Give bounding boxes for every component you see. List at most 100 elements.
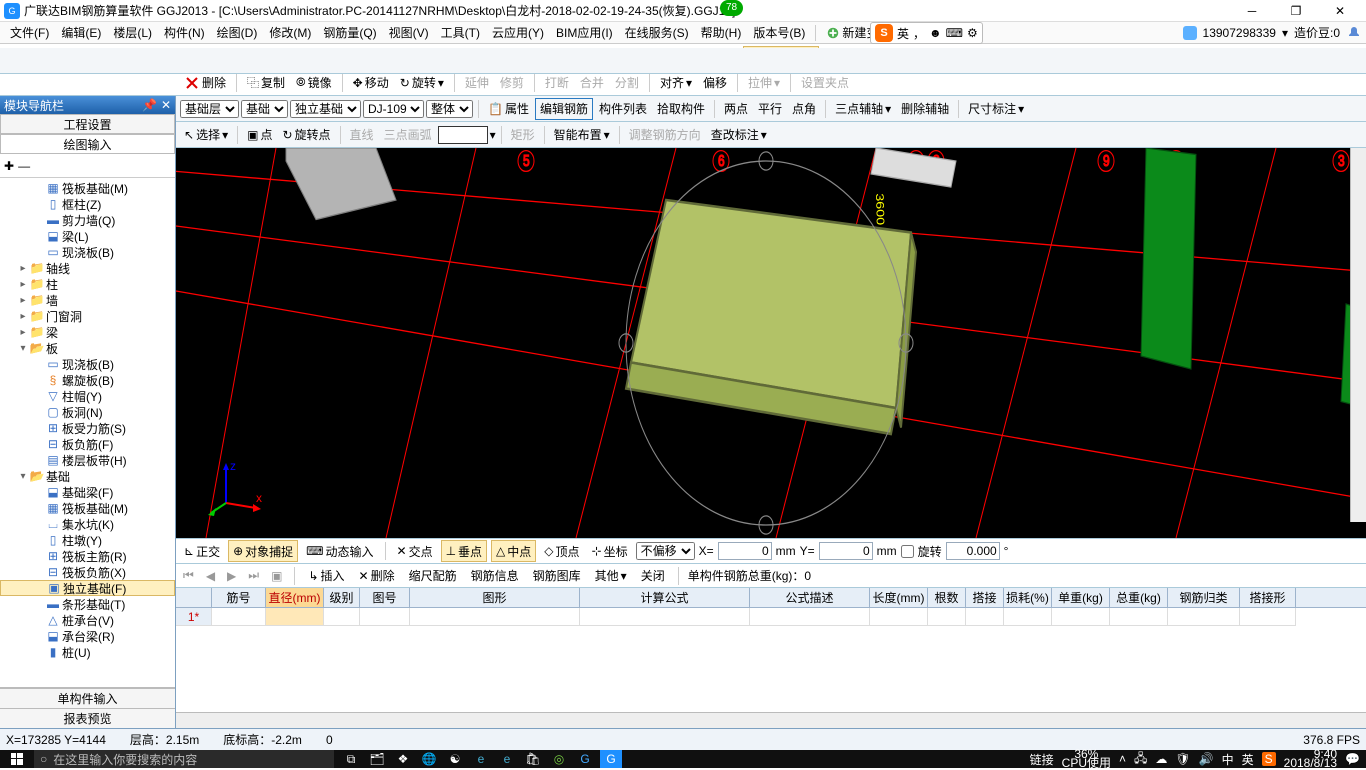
- grid-header-0[interactable]: [176, 588, 212, 607]
- tree-shear-wall[interactable]: ▬剪力墙(Q): [0, 212, 175, 228]
- edge-icon[interactable]: 🌐: [418, 750, 440, 768]
- maximize-button[interactable]: ❐: [1274, 0, 1318, 22]
- tree-slab-hole[interactable]: ▢板洞(N): [0, 404, 175, 420]
- close-panel-icon[interactable]: ✕: [161, 98, 171, 112]
- grid-header-3[interactable]: 级别: [324, 588, 360, 607]
- y-input[interactable]: [819, 542, 873, 560]
- tray-notifications-icon[interactable]: 💬: [1345, 752, 1360, 766]
- rebar-info-button[interactable]: 钢筋信息: [467, 565, 523, 587]
- ime-toolbar[interactable]: S 英 ， ☻ ⌨ ⚙: [870, 22, 983, 44]
- x-input[interactable]: [718, 542, 772, 560]
- perpendicular-snap[interactable]: ⊥ 垂点: [441, 540, 487, 562]
- tree-raft-main[interactable]: ⊞筏板主筋(R): [0, 548, 175, 564]
- rotate-value-input[interactable]: [946, 542, 1000, 560]
- tray-sogou-icon[interactable]: S: [1262, 752, 1276, 766]
- tray-onedrive-icon[interactable]: ☁: [1155, 752, 1167, 766]
- coord-snap[interactable]: ⊹ 坐标: [588, 540, 632, 562]
- grid-header-11[interactable]: 损耗(%): [1004, 588, 1052, 607]
- trim-button[interactable]: 修剪: [496, 72, 528, 94]
- tree-floor-strip[interactable]: ▤楼层板带(H): [0, 452, 175, 468]
- tree-slab-rebar[interactable]: ⊞板受力筋(S): [0, 420, 175, 436]
- ime-settings-icon[interactable]: ⚙: [967, 26, 978, 40]
- tree-cap-beam[interactable]: ⬓承台梁(R): [0, 628, 175, 644]
- tree-slab[interactable]: ▾📂板: [0, 340, 175, 356]
- floor-select[interactable]: 基础层: [180, 100, 239, 118]
- scale-match-button[interactable]: 缩尺配筋: [405, 565, 461, 587]
- viewport-vscroll[interactable]: [1350, 148, 1366, 522]
- nav-stop-icon[interactable]: ▣: [268, 569, 285, 583]
- dimension-button[interactable]: 尺寸标注▾: [964, 98, 1028, 120]
- menu-BIM应用(I)[interactable]: BIM应用(I): [550, 22, 619, 43]
- expand-icon[interactable]: ✚: [4, 159, 14, 173]
- nav-next-icon[interactable]: ▶: [224, 569, 239, 583]
- ortho-toggle[interactable]: ⊾ 正交: [180, 540, 224, 562]
- insert-row-button[interactable]: ↳ 插入: [304, 565, 348, 587]
- start-button[interactable]: [0, 750, 34, 768]
- stretch-button[interactable]: 拉伸▾: [744, 72, 784, 94]
- edge2-icon[interactable]: e: [470, 750, 492, 768]
- app4-icon[interactable]: G: [574, 750, 596, 768]
- taskbar-search[interactable]: ○ 在这里输入你要搜索的内容: [34, 750, 334, 768]
- grid-header-15[interactable]: 搭接形: [1240, 588, 1296, 607]
- app3-icon[interactable]: ◎: [548, 750, 570, 768]
- tree-axis[interactable]: ▸📁轴线: [0, 260, 175, 276]
- component-list-button[interactable]: 构件列表: [595, 98, 651, 120]
- close-button[interactable]: ✕: [1318, 0, 1362, 22]
- whole-select[interactable]: 整体: [426, 100, 473, 118]
- tray-chevron-icon[interactable]: ˄: [1119, 752, 1126, 766]
- osnap-toggle[interactable]: ⊕ 对象捕捉: [228, 540, 298, 562]
- ime-emoji-icon[interactable]: ☻: [929, 26, 942, 40]
- report-preview-tab[interactable]: 报表预览: [0, 708, 175, 728]
- parallel-button[interactable]: 平行: [754, 98, 786, 120]
- tree-wall[interactable]: ▸📁墙: [0, 292, 175, 308]
- ime-keyboard-icon[interactable]: ⌨: [946, 26, 963, 40]
- tree-raft-foundation[interactable]: ▦筏板基础(M): [0, 180, 175, 196]
- intersection-snap[interactable]: ✕ 交点: [393, 540, 437, 562]
- menu-工具(T)[interactable]: 工具(T): [435, 22, 486, 43]
- view-annotation-button[interactable]: 查改标注▾: [707, 124, 771, 146]
- tree-door-window[interactable]: ▸📁门窗洞: [0, 308, 175, 324]
- tree-column-cap[interactable]: ▽柱帽(Y): [0, 388, 175, 404]
- menu-文件(F)[interactable]: 文件(F): [4, 22, 55, 43]
- tree-foundation[interactable]: ▾📂基础: [0, 468, 175, 484]
- grid-header-5[interactable]: 图形: [410, 588, 580, 607]
- tree-independent-foundation[interactable]: ▣独立基础(F): [0, 580, 175, 596]
- grid-row[interactable]: 1*: [176, 608, 1366, 626]
- collapse-icon[interactable]: —: [18, 159, 30, 173]
- menu-绘图(D)[interactable]: 绘图(D): [211, 22, 264, 43]
- merge-button[interactable]: 合并: [576, 72, 608, 94]
- grid-header-10[interactable]: 搭接: [966, 588, 1004, 607]
- menu-帮助(H)[interactable]: 帮助(H): [695, 22, 748, 43]
- ime-punct-icon[interactable]: ，: [913, 25, 925, 42]
- tray-link[interactable]: 链接: [1030, 751, 1054, 768]
- tree-frame-column[interactable]: ▯框柱(Z): [0, 196, 175, 212]
- user-id[interactable]: 13907298339: [1203, 26, 1276, 40]
- dyn-input-toggle[interactable]: ⌨ 动态输入: [302, 540, 377, 562]
- grid-body[interactable]: 1*: [176, 608, 1366, 712]
- other-button[interactable]: 其他▾: [591, 565, 631, 587]
- tree-sump[interactable]: ⌴集水坑(K): [0, 516, 175, 532]
- app2-icon[interactable]: ☯: [444, 750, 466, 768]
- single-component-input-tab[interactable]: 单构件输入: [0, 688, 175, 708]
- grid-header-6[interactable]: 计算公式: [580, 588, 750, 607]
- sogou-icon[interactable]: S: [875, 24, 893, 42]
- tab-drawing-input[interactable]: 绘图输入: [0, 134, 175, 154]
- delete-button[interactable]: 删除: [180, 72, 230, 94]
- row-header[interactable]: 1*: [176, 608, 212, 626]
- tree-cast-slab2[interactable]: ▭现浇板(B): [0, 356, 175, 372]
- menu-楼层(L)[interactable]: 楼层(L): [107, 22, 158, 43]
- tree-spiral-slab[interactable]: §螺旋板(B): [0, 372, 175, 388]
- menu-在线服务(S)[interactable]: 在线服务(S): [619, 22, 695, 43]
- minimize-button[interactable]: ─: [1230, 0, 1274, 22]
- edit-rebar-button[interactable]: 编辑钢筋: [535, 98, 593, 120]
- grid-header-2[interactable]: 直径(mm): [266, 588, 324, 607]
- tree-column[interactable]: ▸📁柱: [0, 276, 175, 292]
- tree-slab-neg[interactable]: ⊟板负筋(F): [0, 436, 175, 452]
- bell-icon[interactable]: [1346, 25, 1362, 41]
- cpu-meter[interactable]: 36%CPU使用: [1062, 750, 1111, 768]
- mirror-button[interactable]: ⦾ 镜像: [292, 72, 336, 94]
- rotate-point-tool[interactable]: ↻ 旋转点: [278, 124, 334, 146]
- point-tool[interactable]: ▣ 点: [243, 124, 276, 146]
- tree-raft2[interactable]: ▦筏板基础(M): [0, 500, 175, 516]
- glodon-icon[interactable]: G: [600, 750, 622, 768]
